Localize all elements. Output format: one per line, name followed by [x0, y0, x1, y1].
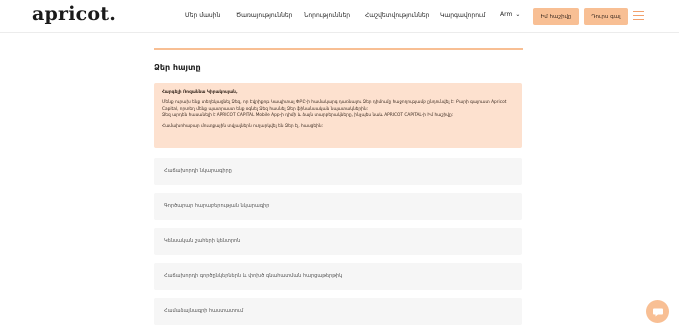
section-label: Հաճախորդի գործընկերներն և փոխծ գնահատման…	[164, 273, 343, 279]
section-label: Կենսական շահերի կենտրոն	[164, 238, 241, 244]
nav-item-news[interactable]: Նորություններ	[304, 12, 350, 19]
my-account-button[interactable]: Իմ հաշիվը	[533, 8, 579, 25]
language-selector[interactable]: Arm ⌄	[500, 11, 520, 18]
section-vital-interests[interactable]: Կենսական շահերի կենտրոն	[154, 228, 522, 255]
notice-paragraph-3: Համախոհաբար մուտքային տվյալներն ուղարկվե…	[162, 123, 324, 129]
chevron-down-icon: ⌄	[515, 11, 521, 18]
site-header: apricot. Մեր մասին Ծառայություններ Նորու…	[0, 0, 679, 33]
nav-item-regulation[interactable]: Կարգավորում	[440, 12, 485, 19]
section-business-relationship[interactable]: Գործարար հարաբերության նկարագիր	[154, 193, 522, 220]
notice-heading: Հարգելի Ռոզաննա Կիրակոսյան,	[162, 90, 238, 95]
page-title: Ձեր հայտը	[154, 63, 201, 72]
logout-button[interactable]: Դուրս գալ	[584, 8, 628, 25]
apricot-logo[interactable]: apricot.	[32, 3, 116, 25]
accent-divider	[154, 48, 523, 50]
nav-item-services[interactable]: Ծառայություններ	[236, 12, 292, 19]
section-partners-questionnaire[interactable]: Հաճախորդի գործընկերներն և փոխծ գնահատման…	[154, 263, 522, 290]
language-label: Arm	[500, 11, 513, 18]
nav-item-about[interactable]: Մեր մասին	[185, 12, 220, 19]
section-agreement-confirmation[interactable]: Համաձայնագրի հաստատում	[154, 298, 522, 325]
approval-notice: Հարգելի Ռոզաննա Կիրակոսյան, Մենք ուրախ ե…	[154, 83, 522, 148]
notice-paragraph-2: Ձեզ արդեն հասանելի է APRICOT CAPITAL Mob…	[162, 113, 454, 119]
section-label: Հաճախորդի նկարագիրը	[164, 168, 232, 174]
hamburger-menu-icon[interactable]	[633, 11, 644, 21]
section-label: Համաձայնագրի հաստատում	[164, 308, 244, 314]
section-client-description[interactable]: Հաճախորդի նկարագիրը	[154, 158, 522, 185]
section-label: Գործարար հարաբերության նկարագիր	[164, 203, 270, 209]
notice-paragraph-1: Մենք ուրախ ենք տեղեկացնել Ձեզ, որ Էվրիքո…	[162, 100, 507, 112]
chat-bubble-icon[interactable]	[646, 300, 669, 323]
nav-item-reports[interactable]: Հաշվետվություններ	[365, 12, 429, 19]
